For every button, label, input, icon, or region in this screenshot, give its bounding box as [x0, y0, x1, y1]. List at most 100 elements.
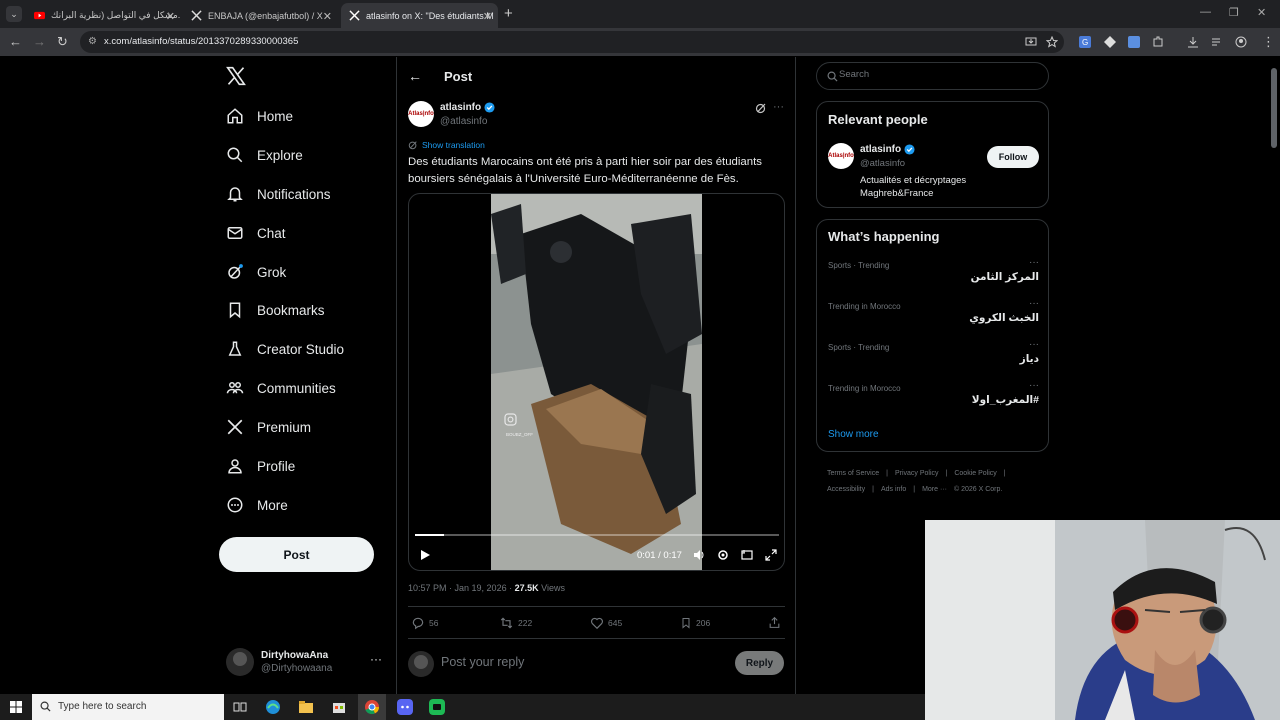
trend-item[interactable]: Trending in Morocco ··· الخبث الكروي — [828, 298, 1039, 340]
profile-icon[interactable] — [1235, 36, 1247, 48]
sidebar-item-more[interactable]: More — [226, 493, 288, 517]
share-action[interactable] — [768, 616, 785, 629]
back-arrow-icon[interactable]: ← — [408, 68, 422, 84]
sidebar-item-bookmarks[interactable]: Bookmarks — [226, 298, 325, 322]
download-icon[interactable] — [1187, 36, 1199, 48]
trend-more-icon[interactable]: ··· — [1029, 298, 1039, 309]
task-view-icon[interactable] — [232, 699, 248, 715]
like-action[interactable]: 645 — [590, 616, 622, 630]
play-icon[interactable] — [419, 549, 431, 561]
fullscreen-icon[interactable] — [765, 549, 777, 561]
flask-icon — [228, 341, 242, 356]
show-more-link[interactable]: Show more — [828, 429, 879, 440]
reload-icon[interactable]: ↻ — [57, 34, 68, 50]
trend-more-icon[interactable]: ··· — [1029, 257, 1039, 268]
sidebar-item-premium[interactable]: Premium — [226, 415, 311, 439]
x-logo-icon[interactable] — [226, 66, 246, 86]
file-explorer-icon[interactable] — [298, 699, 314, 715]
account-more-icon[interactable]: ··· — [370, 652, 382, 666]
avatar[interactable]: Atlas|nfo — [828, 143, 854, 169]
sidebar-item-grok[interactable]: Grok — [226, 260, 286, 284]
reply-input[interactable] — [441, 655, 721, 669]
trend-item[interactable]: Sports · Trending ··· دياز — [828, 339, 1039, 381]
settings-gear-icon[interactable] — [717, 549, 729, 561]
follow-button[interactable]: Follow — [987, 146, 1039, 168]
person-name[interactable]: atlasinfo — [860, 144, 915, 155]
bookmark-action[interactable]: 206 — [680, 616, 710, 630]
volume-icon[interactable] — [693, 549, 705, 561]
sidebar-item-communities[interactable]: Communities — [226, 376, 336, 400]
media-control-icon[interactable] — [1211, 36, 1223, 48]
forward-icon[interactable]: → — [33, 34, 46, 49]
back-icon[interactable]: ← — [9, 34, 22, 49]
close-icon[interactable]: ✕ — [166, 10, 175, 23]
footer-link[interactable]: More ··· — [922, 486, 947, 493]
post-time[interactable]: 10:57 PM — [408, 583, 447, 593]
footer-link[interactable]: Accessibility — [827, 486, 865, 493]
new-tab-button[interactable]: + — [504, 5, 513, 22]
install-icon[interactable] — [1025, 36, 1037, 48]
close-icon[interactable]: ✕ — [483, 10, 492, 23]
app-icon[interactable] — [429, 699, 445, 715]
person-icon — [228, 459, 242, 474]
star-icon[interactable] — [1046, 36, 1058, 48]
address-bar[interactable]: ⚙ x.com/atlasinfo/status/201337028933000… — [80, 31, 1064, 53]
author-name[interactable]: atlasinfo — [440, 102, 495, 113]
reply-action[interactable]: 56 — [411, 616, 438, 630]
trend-more-icon[interactable]: ··· — [1029, 380, 1039, 391]
grok-icon[interactable] — [755, 102, 767, 114]
taskbar-search-box[interactable]: Type here to search — [32, 694, 224, 720]
extension-diamond-icon[interactable] — [1104, 36, 1116, 48]
chrome-icon[interactable] — [364, 699, 380, 715]
picture-in-picture-icon[interactable] — [741, 549, 753, 561]
account-switcher[interactable]: DirtyhowaAna @Dirtyhowaana — [226, 648, 332, 676]
video-player[interactable]: BOUBZ_OFF 0:01 / 0:17 — [408, 193, 785, 571]
footer-link[interactable]: Ads info — [881, 486, 906, 493]
tab-search-button[interactable]: ⌄ — [6, 6, 22, 22]
tab-2-title: ENBAJA (@enbajafutbol) / X — [208, 10, 323, 21]
search-input[interactable] — [839, 69, 1039, 80]
sidebar-item-profile[interactable]: Profile — [226, 454, 295, 478]
edge-browser-icon[interactable] — [265, 699, 281, 715]
sidebar-item-creator-studio[interactable]: Creator Studio — [226, 337, 344, 361]
close-icon[interactable]: ✕ — [323, 10, 332, 23]
trend-more-icon[interactable]: ··· — [1029, 339, 1039, 350]
footer-link[interactable]: Cookie Policy — [954, 470, 996, 477]
trend-item[interactable]: Sports · Trending ··· المركز الثامن — [828, 257, 1039, 299]
window-close-icon[interactable]: ✕ — [1257, 6, 1266, 19]
sidebar-item-home[interactable]: Home — [226, 104, 293, 128]
restore-icon[interactable]: ❐ — [1229, 6, 1239, 19]
show-translation-link[interactable]: Show translation — [408, 140, 485, 150]
sidebar-item-chat[interactable]: Chat — [226, 221, 286, 245]
extensions-puzzle-icon[interactable] — [1152, 36, 1164, 48]
trend-item[interactable]: Trending in Morocco ··· #المغرب_اولا — [828, 380, 1039, 422]
author-avatar[interactable]: Atlas|nfo — [408, 101, 434, 127]
footer-link[interactable]: Terms of Service — [827, 470, 879, 477]
post-date[interactable]: Jan 19, 2026 — [455, 583, 507, 593]
reply-button[interactable]: Reply — [735, 651, 784, 675]
video-progress-bar[interactable] — [415, 534, 779, 536]
tab-2[interactable]: ENBAJA (@enbajafutbol) / X ✕ — [183, 3, 338, 28]
minimize-icon[interactable]: — — [1200, 6, 1211, 18]
post-more-icon[interactable]: ··· — [773, 101, 784, 113]
footer-link[interactable]: Privacy Policy — [895, 470, 939, 477]
post-button[interactable]: Post — [219, 537, 374, 572]
more-circle-icon — [227, 497, 243, 513]
discord-icon[interactable] — [397, 699, 413, 715]
translate-icon[interactable]: G — [1079, 36, 1091, 48]
scrollbar-thumb[interactable] — [1271, 68, 1277, 148]
site-info-icon[interactable]: ⚙ — [88, 31, 97, 53]
verified-badge-icon — [484, 102, 495, 113]
tab-1[interactable]: مشكل في التواصل (نظرية البرانك... ✕ — [26, 3, 181, 28]
repost-action[interactable]: 222 — [499, 616, 532, 630]
search-box[interactable] — [816, 62, 1049, 90]
extension-app-icon[interactable] — [1128, 36, 1140, 48]
video-frame[interactable]: BOUBZ_OFF — [491, 194, 702, 570]
tab-3[interactable]: atlasinfo on X: "Des étudiants M ✕ — [341, 3, 498, 28]
browser-menu-icon[interactable]: ⋮ — [1262, 34, 1275, 50]
view-count: 27.5K — [514, 583, 539, 593]
store-icon[interactable] — [331, 699, 347, 715]
sidebar-item-notifications[interactable]: Notifications — [226, 182, 331, 206]
sidebar-item-explore[interactable]: Explore — [226, 143, 303, 167]
windows-start-icon[interactable] — [10, 701, 22, 713]
